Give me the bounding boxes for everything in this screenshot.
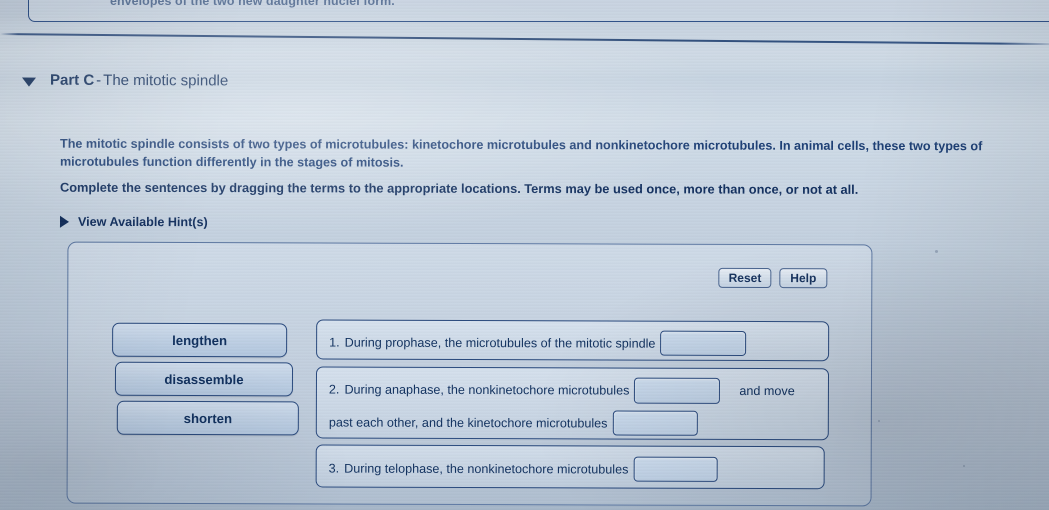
dropzone[interactable] [634, 377, 721, 404]
draggable-term[interactable]: disassemble [114, 361, 294, 397]
statement-number: 1. [329, 335, 340, 350]
statement-text: During prophase, the microtubules of the… [344, 335, 656, 351]
statement-text: During telophase, the nonkinetochore mic… [344, 461, 629, 477]
reset-button[interactable]: Reset [718, 267, 772, 289]
dropzone[interactable] [660, 330, 747, 356]
draggable-term[interactable]: shorten [116, 400, 299, 436]
statement-row: 3. During telophase, the nonkinetochore … [315, 444, 825, 490]
part-name: The mitotic spindle [103, 71, 229, 90]
part-c-header[interactable]: Part C - The mitotic spindle [21, 72, 228, 90]
statement-line: 2. During anaphase, the nonkinetochore m… [329, 377, 795, 405]
question-instruction: Complete the sentences by dragging the t… [59, 179, 859, 197]
statement-number: 2. [328, 382, 340, 397]
view-hints-toggle[interactable]: View Available Hint(s) [59, 214, 208, 230]
statement-text: During anaphase, the nonkinetochore micr… [344, 382, 630, 398]
dust-speck [935, 250, 938, 253]
caret-right-icon[interactable] [59, 215, 70, 228]
statement-number: 3. [328, 461, 340, 476]
help-button[interactable]: Help [779, 268, 828, 289]
statement-row: 1. During prophase, the microtubules of … [316, 319, 830, 362]
caret-down-icon[interactable] [21, 77, 37, 87]
statement-row: 2. During anaphase, the nonkinetochore m… [315, 366, 830, 441]
statement-line: 1. During prophase, the microtubules of … [329, 330, 747, 356]
part-dash: - [96, 71, 102, 89]
dust-speck [963, 465, 965, 467]
drag-drop-activity-panel: Reset Help lengthen disassemble shorten … [66, 241, 873, 507]
statement-text: past each other, and the kinetochore mic… [328, 415, 608, 430]
statement-trailing-text: and move [739, 383, 795, 399]
previous-part-truncated-text: envelopes of the two new daughter nuclei… [110, 0, 395, 8]
statement-line: past each other, and the kinetochore mic… [329, 410, 698, 436]
dropzone[interactable] [633, 456, 718, 482]
view-hints-label: View Available Hint(s) [77, 214, 208, 230]
dust-speck [878, 420, 880, 422]
statement-line: 3. During telophase, the nonkinetochore … [329, 456, 718, 482]
question-body: The mitotic spindle consists of two type… [59, 136, 983, 170]
page-title: Part C - The mitotic spindle [50, 72, 228, 90]
page-content: envelopes of the two new daughter nuclei… [0, 0, 1049, 510]
part-label: Part C [49, 71, 95, 89]
activity-toolbar: Reset Help [718, 267, 828, 289]
section-divider [0, 33, 1049, 46]
dropzone[interactable] [612, 410, 698, 436]
draggable-term[interactable]: lengthen [112, 322, 288, 358]
